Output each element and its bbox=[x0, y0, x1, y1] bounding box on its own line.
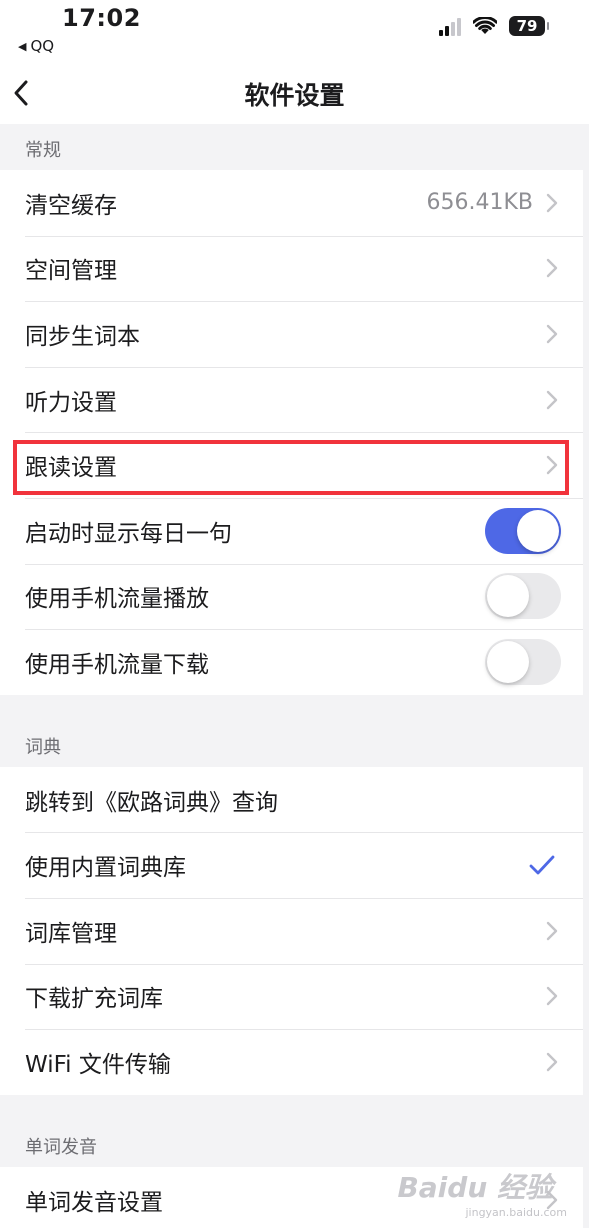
mobile-data-download-toggle[interactable] bbox=[485, 638, 561, 685]
row-label: 清空缓存 bbox=[25, 192, 117, 219]
row-label: 使用手机流量下载 bbox=[25, 651, 209, 678]
row-label: 听力设置 bbox=[25, 389, 117, 416]
back-app-label: QQ bbox=[30, 37, 55, 55]
chevron-right-icon bbox=[546, 455, 558, 475]
row-download-extended-dictionary[interactable]: 下载扩充词库 bbox=[0, 963, 583, 1030]
status-bar: 17:02 ◀ QQ 79 bbox=[0, 0, 589, 62]
group-dictionary: 跳转到《欧路词典》查询 使用内置词典库 词库管理 下载扩充词库 WiFi 文件传… bbox=[0, 766, 583, 1095]
row-mobile-data-download: 使用手机流量下载 bbox=[0, 629, 583, 695]
row-label: 词库管理 bbox=[25, 920, 117, 947]
toggle-knob bbox=[517, 509, 559, 552]
row-label: 下载扩充词库 bbox=[25, 986, 163, 1013]
row-wifi-file-transfer[interactable]: WiFi 文件传输 bbox=[0, 1029, 583, 1095]
cache-size-value: 656.41KB bbox=[426, 190, 534, 216]
row-label: 跳转到《欧路词典》查询 bbox=[25, 789, 278, 816]
status-time: 17:02 bbox=[62, 4, 141, 32]
row-builtin-dictionary[interactable]: 使用内置词典库 bbox=[0, 832, 583, 898]
toggle-knob bbox=[487, 575, 529, 618]
row-sync-wordbook[interactable]: 同步生词本 bbox=[0, 301, 583, 367]
back-triangle-icon: ◀ bbox=[18, 39, 27, 53]
group-general: 清空缓存 656.41KB 空间管理 同步生词本 听力设置 跟读设置 启动时显示… bbox=[0, 170, 583, 695]
battery-level: 79 bbox=[516, 17, 538, 35]
chevron-right-icon bbox=[546, 259, 558, 278]
row-follow-read-settings[interactable]: 跟读设置 bbox=[0, 432, 583, 498]
checkmark-icon bbox=[529, 855, 555, 875]
navigation-bar: 软件设置 bbox=[0, 62, 589, 124]
settings-list: 常规 清空缓存 656.41KB 空间管理 同步生词本 听力设置 跟读设置 启动… bbox=[0, 124, 583, 1228]
section-header-general: 常规 bbox=[0, 124, 583, 170]
row-dictionary-management[interactable]: 词库管理 bbox=[0, 897, 583, 964]
row-label: 使用手机流量播放 bbox=[25, 586, 209, 613]
chevron-right-icon bbox=[546, 390, 558, 409]
watermark-logo: Baidu 经验 bbox=[397, 1171, 553, 1204]
chevron-right-icon bbox=[546, 1052, 558, 1072]
section-header-dictionary: 词典 bbox=[0, 694, 583, 767]
battery-icon: 79 bbox=[509, 16, 549, 36]
row-daily-sentence: 启动时显示每日一句 bbox=[0, 497, 583, 564]
row-label: 同步生词本 bbox=[25, 323, 140, 350]
row-label: 空间管理 bbox=[25, 258, 117, 285]
row-listening-settings[interactable]: 听力设置 bbox=[0, 366, 583, 433]
chevron-right-icon bbox=[546, 193, 558, 212]
mobile-data-play-toggle[interactable] bbox=[485, 573, 561, 620]
row-label: 使用内置词典库 bbox=[25, 855, 186, 882]
page-title: 软件设置 bbox=[244, 81, 345, 110]
row-clear-cache[interactable]: 清空缓存 656.41KB bbox=[0, 170, 583, 236]
chevron-right-icon bbox=[546, 921, 558, 940]
row-label: 启动时显示每日一句 bbox=[25, 520, 232, 547]
chevron-right-icon bbox=[546, 987, 558, 1006]
daily-sentence-toggle[interactable] bbox=[485, 507, 561, 554]
row-label: WiFi 文件传输 bbox=[25, 1051, 171, 1078]
scrollbar[interactable] bbox=[583, 124, 589, 1228]
toggle-knob bbox=[487, 640, 529, 683]
cellular-signal-icon bbox=[439, 16, 461, 36]
row-label: 跟读设置 bbox=[25, 455, 117, 482]
row-jump-eudic[interactable]: 跳转到《欧路词典》查询 bbox=[0, 767, 583, 833]
row-mobile-data-play: 使用手机流量播放 bbox=[0, 563, 583, 630]
row-space-management[interactable]: 空间管理 bbox=[0, 235, 583, 302]
wifi-icon bbox=[473, 17, 497, 34]
status-indicators: 79 bbox=[439, 16, 549, 36]
back-to-app-link[interactable]: ◀ QQ bbox=[18, 37, 54, 55]
chevron-right-icon bbox=[546, 324, 558, 344]
section-header-pronunciation: 单词发音 bbox=[0, 1094, 583, 1167]
watermark-url: jingyan.baidu.com bbox=[465, 1206, 567, 1219]
